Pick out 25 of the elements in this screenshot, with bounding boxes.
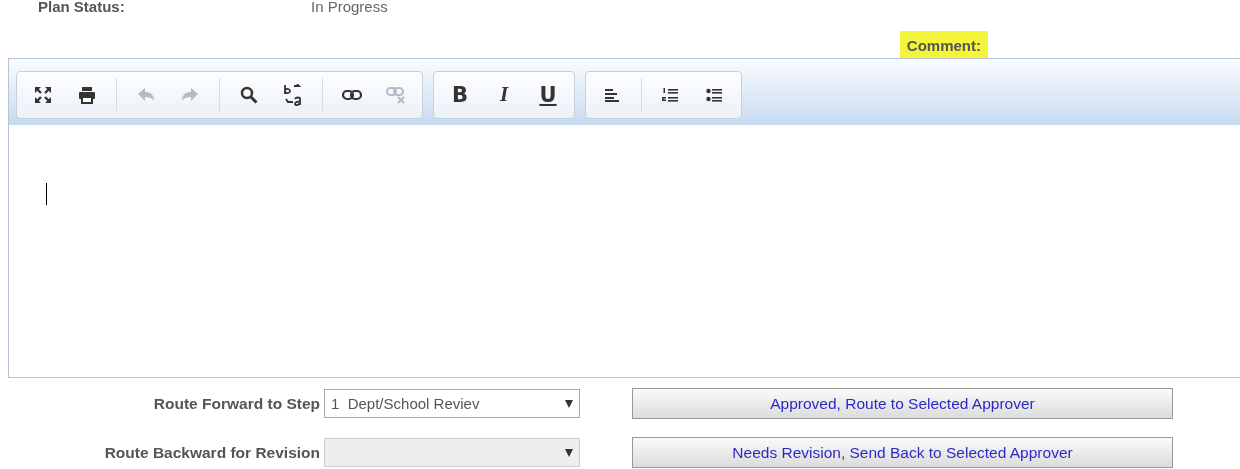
route-label: Route Backward for Revision [103,443,320,462]
maximize-icon [34,85,52,104]
dropdown-arrow-icon [565,399,573,408]
printer-icon [78,85,96,104]
link-icon [342,88,362,101]
unlink-icon [386,85,406,104]
italic-button[interactable]: I [484,77,524,112]
search-icon [240,85,258,104]
status-value: In Progress [311,0,388,14]
underline-button[interactable]: U [528,77,568,112]
redo-icon [181,86,199,103]
numbered-list-icon [662,86,680,103]
route-button[interactable]: Needs Revision, Send Back to Selected Approver [632,437,1173,468]
comment-label: Comment: [899,31,988,58]
status-label: Plan Status: [38,0,126,14]
align-left-icon [604,86,620,103]
undo-icon [137,86,155,103]
bold-button[interactable]: B [440,77,480,112]
text-cursor [46,183,47,205]
step-dropdown[interactable]: 1 Dept/School Reviev [324,389,580,418]
dropdown-arrow-icon [565,448,573,457]
route-label: Route Forward to Step [152,394,320,413]
replace-icon [283,83,303,106]
route-button[interactable]: Approved, Route to Selected Approver [632,388,1173,419]
bulleted-list-icon [706,86,724,103]
